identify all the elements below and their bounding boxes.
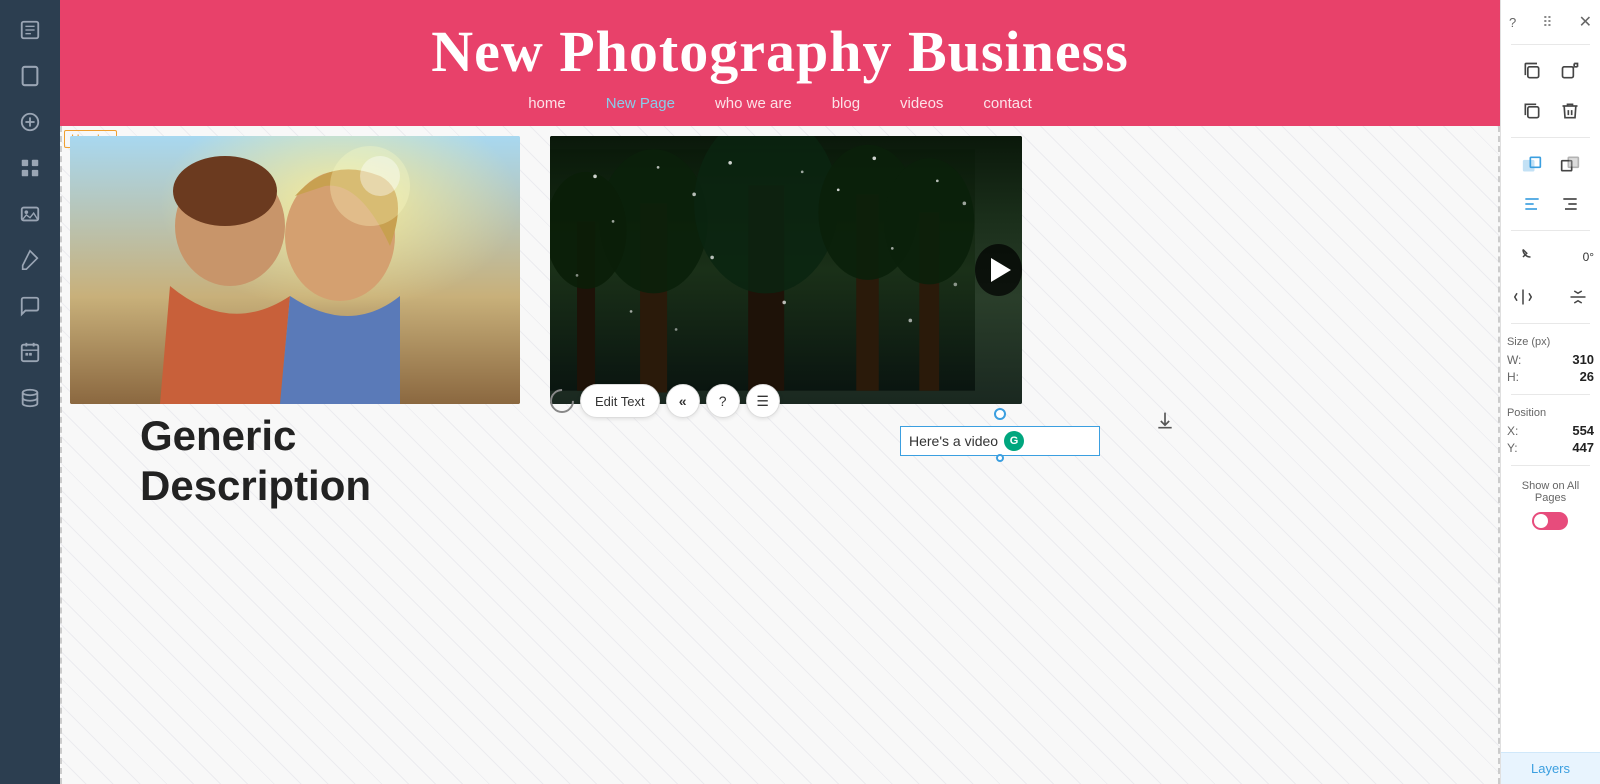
show-all-pages-toggle[interactable] [1532, 512, 1568, 530]
show-all-pages-section: Show on All Pages [1507, 474, 1594, 534]
video-caption-wrapper: Here's a video G [900, 426, 1100, 456]
sidebar-pages-btn[interactable] [10, 10, 50, 50]
divider-1 [1511, 44, 1590, 45]
paste-icon[interactable] [1554, 55, 1586, 87]
rpanel-row-rotate: 0° [1507, 239, 1594, 275]
nav-new-page[interactable]: New Page [606, 95, 675, 112]
video-caption-box[interactable]: Here's a video G [900, 426, 1100, 456]
sidebar-page-btn[interactable] [10, 56, 50, 96]
sidebar-database-btn[interactable] [10, 378, 50, 418]
sidebar-apps-btn[interactable] [10, 148, 50, 188]
rotation-value: 0° [1583, 250, 1594, 264]
caption-dot [996, 454, 1004, 462]
edit-text-btn[interactable]: Edit Text [580, 384, 660, 418]
grid-icon: ⠿ [1542, 14, 1552, 31]
divider-3 [1511, 230, 1590, 231]
caption-text: Here's a video [909, 433, 998, 449]
sidebar-social-btn[interactable] [10, 286, 50, 326]
delete-icon[interactable] [1554, 95, 1586, 127]
rpanel-row-flip [1507, 279, 1594, 315]
position-section: Position X: 554 Y: 447 [1507, 403, 1594, 457]
play-icon [991, 258, 1011, 282]
bring-forward-icon[interactable] [1516, 148, 1548, 180]
video-inner [550, 136, 1022, 404]
width-label: W: [1507, 353, 1521, 367]
x-value: 554 [1572, 423, 1594, 438]
desc-line1: Generic [140, 411, 371, 461]
copy-icon[interactable] [1516, 95, 1548, 127]
nav-videos[interactable]: videos [900, 95, 943, 112]
position-label: Position [1507, 405, 1594, 421]
nav-blog[interactable]: blog [832, 95, 860, 112]
website-title: New Photography Business [60, 18, 1500, 85]
canvas-area: Header [60, 126, 1500, 784]
duplicate-icon[interactable] [1516, 55, 1548, 87]
sidebar-calendar-btn[interactable] [10, 332, 50, 372]
y-value: 447 [1572, 440, 1594, 455]
align-left-icon[interactable] [1516, 188, 1548, 220]
download-icon[interactable] [1155, 411, 1175, 436]
flip-h-icon[interactable] [1507, 281, 1539, 313]
nav-home[interactable]: home [528, 95, 566, 112]
back-btn[interactable]: « [666, 384, 700, 418]
height-label: H: [1507, 370, 1519, 384]
layers-tab[interactable]: Layers [1501, 752, 1600, 784]
rpanel-header: ? ⠿ ✕ [1501, 8, 1600, 36]
website-header: New Photography Business home New Page w… [60, 0, 1500, 126]
height-value: 26 [1580, 369, 1594, 384]
layers-btn[interactable]: ☰ [746, 384, 780, 418]
floating-toolbar: Edit Text « ? ☰ [550, 384, 780, 418]
divider-6 [1511, 465, 1590, 466]
video-block[interactable] [550, 136, 1022, 404]
x-label: X: [1507, 424, 1518, 438]
size-label: Size (px) [1507, 334, 1594, 350]
send-backward-icon[interactable] [1554, 148, 1586, 180]
sidebar-add-btn[interactable] [10, 102, 50, 142]
width-value: 310 [1572, 352, 1594, 367]
size-section: Size (px) W: 310 H: 26 [1507, 332, 1594, 386]
caption-anchor [994, 408, 1006, 420]
right-panel: ? ⠿ ✕ [1500, 0, 1600, 784]
flip-v-icon[interactable] [1562, 281, 1594, 313]
rotate-icon[interactable] [1507, 241, 1539, 273]
show-all-label: Show on All Pages [1507, 478, 1594, 506]
children-photo [70, 136, 520, 404]
description-text: Generic Description [140, 411, 371, 512]
photo-inner [70, 136, 520, 404]
help-btn[interactable]: ? [706, 384, 740, 418]
desc-line2: Description [140, 461, 371, 511]
divider-2 [1511, 137, 1590, 138]
grammarly-icon: G [1004, 431, 1024, 451]
rpanel-row-4 [1516, 186, 1586, 222]
divider-4 [1511, 323, 1590, 324]
align-right-icon[interactable] [1554, 188, 1586, 220]
close-icon[interactable]: ✕ [1579, 12, 1592, 32]
sidebar-pen-btn[interactable] [10, 240, 50, 280]
main-area: New Photography Business home New Page w… [60, 0, 1500, 784]
rpanel-row-1 [1516, 53, 1586, 89]
video-scene [550, 136, 975, 404]
y-label: Y: [1507, 441, 1518, 455]
play-button[interactable] [975, 244, 1022, 296]
help-icon[interactable]: ? [1509, 15, 1516, 30]
nav-contact[interactable]: contact [983, 95, 1031, 112]
photo-block[interactable] [70, 136, 520, 404]
guide-left [60, 126, 62, 784]
divider-5 [1511, 394, 1590, 395]
nav-who-we-are[interactable]: who we are [715, 95, 792, 112]
website-nav: home New Page who we are blog videos con… [60, 95, 1500, 112]
toggle-knob [1534, 514, 1548, 528]
left-sidebar [0, 0, 60, 784]
rpanel-row-2 [1516, 93, 1586, 129]
reset-icon[interactable] [545, 384, 579, 418]
rpanel-row-3 [1516, 146, 1586, 182]
sidebar-media-btn[interactable] [10, 194, 50, 234]
